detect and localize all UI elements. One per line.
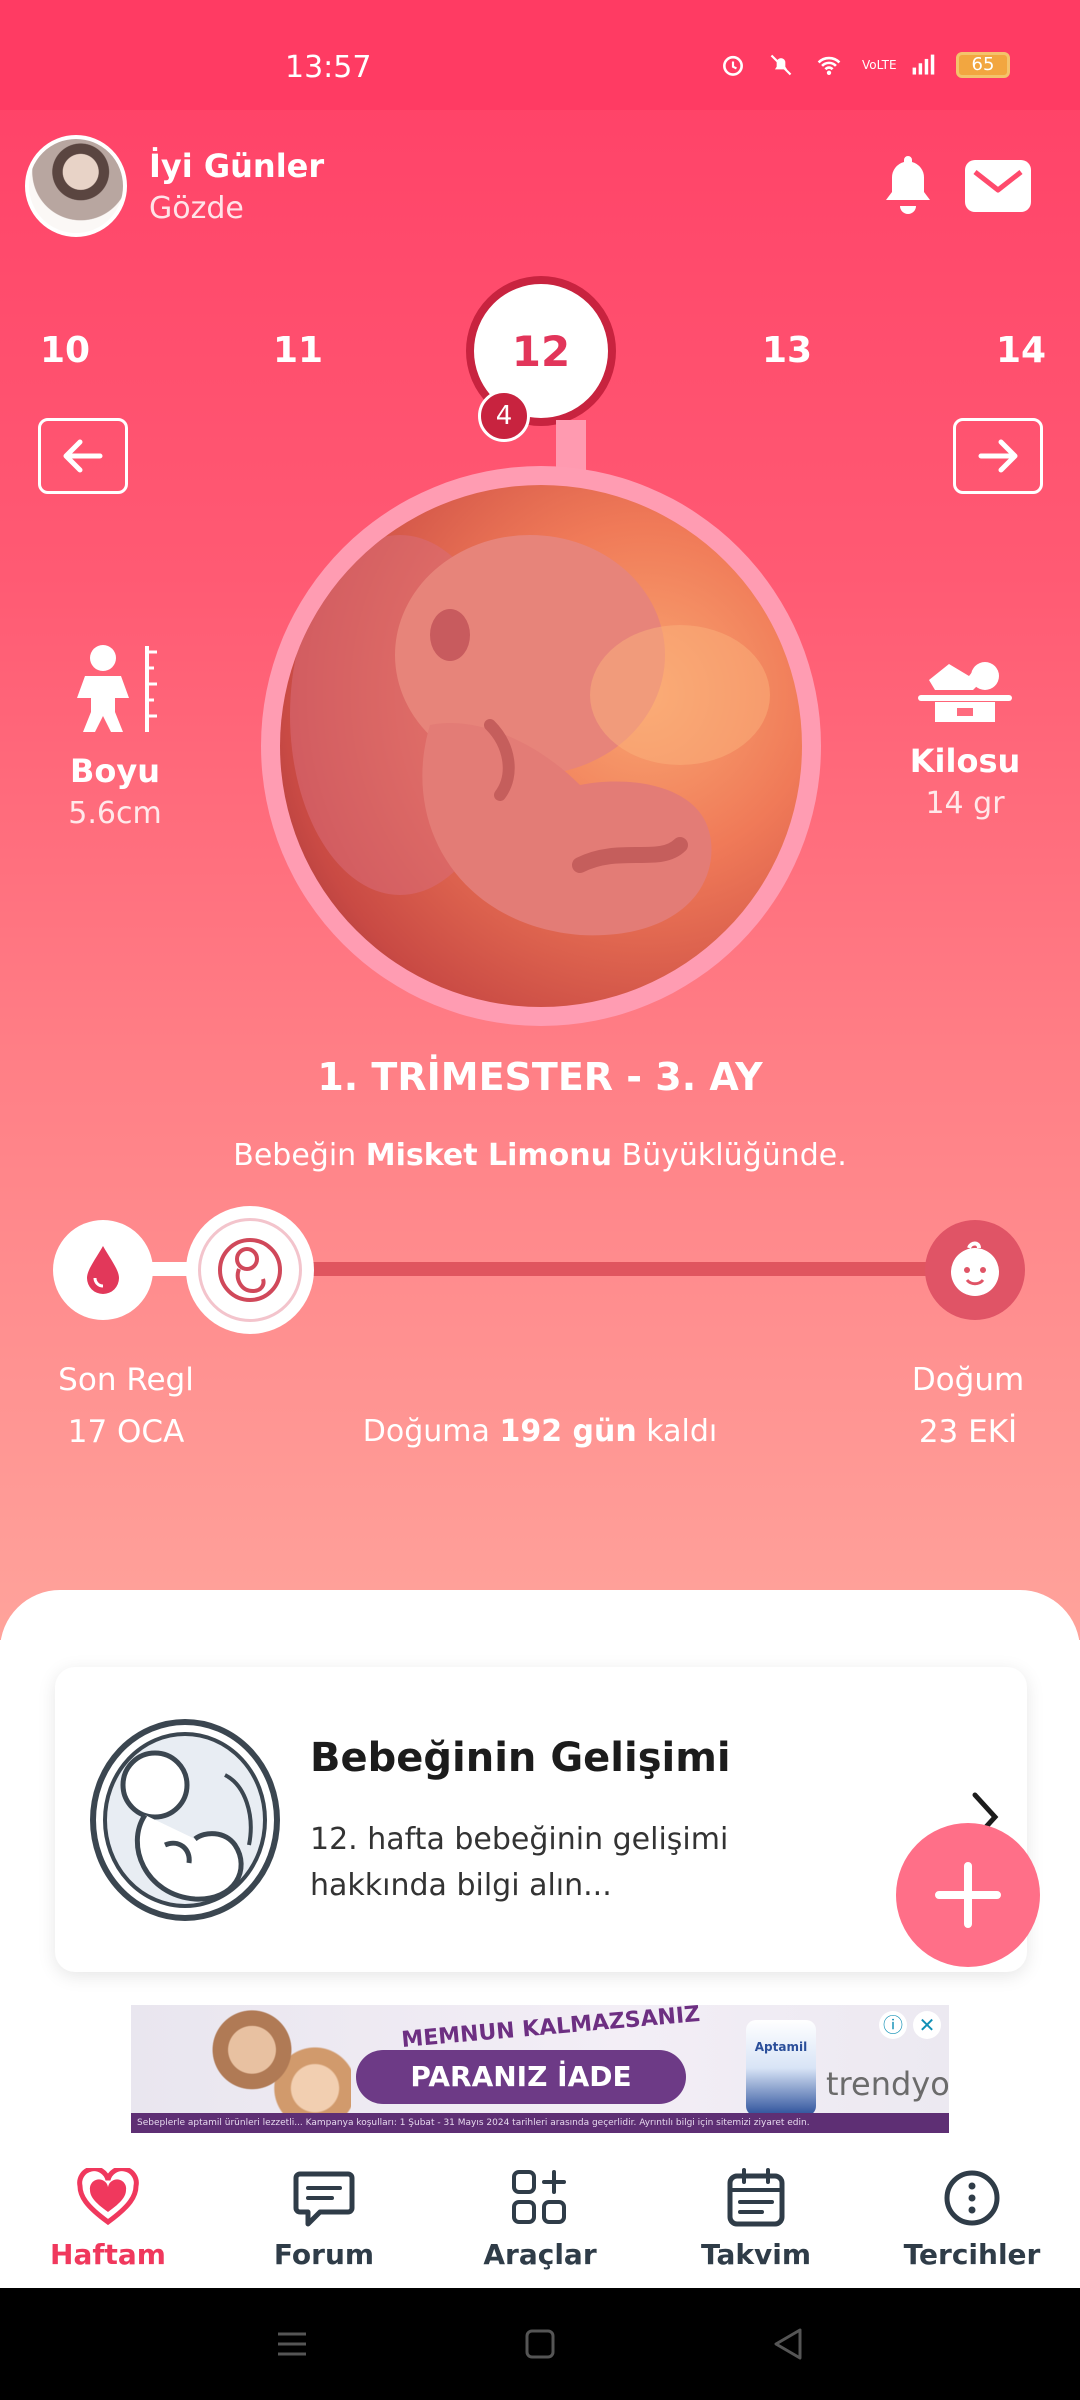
bell-icon[interactable] xyxy=(878,150,938,220)
profile-header[interactable]: İyi Günler Gözde xyxy=(25,135,324,237)
length-value: 5.6cm xyxy=(68,796,162,831)
end-label: Doğum xyxy=(911,1362,1025,1398)
arrow-right-icon xyxy=(978,439,1018,473)
size-fruit: Misket Limonu xyxy=(365,1138,612,1173)
card-title: Bebeğinin Gelişimi xyxy=(310,1735,731,1781)
ad-brand: trendyol xyxy=(826,2065,949,2103)
blood-drop-icon xyxy=(87,1246,119,1294)
nav-label-araclar: Araçlar xyxy=(483,2238,597,2271)
arrow-left-icon xyxy=(63,439,103,473)
weight-title: Kilosu xyxy=(909,742,1021,780)
prev-week-button[interactable] xyxy=(38,418,128,494)
length-title: Boyu xyxy=(69,752,160,790)
ad-fine-print: Sebeplerle aptamil ürünleri lezzetli... … xyxy=(131,2113,949,2133)
next-week-button[interactable] xyxy=(953,418,1043,494)
weight-value: 14 gr xyxy=(925,786,1005,821)
heart-icon xyxy=(77,2166,139,2226)
ad-close-icon[interactable]: ✕ xyxy=(913,2011,941,2039)
nav-label-takvim: Takvim xyxy=(700,2238,812,2271)
status-time: 13:57 xyxy=(285,50,372,85)
mute-icon xyxy=(770,54,792,76)
week-13[interactable]: 13 xyxy=(762,330,812,371)
nav-tercihler[interactable]: Tercihler xyxy=(872,2168,1072,2271)
card-description: 12. hafta bebeğinin gelişimi hakkında bi… xyxy=(310,1822,729,1903)
mail-icon[interactable] xyxy=(965,160,1031,212)
birth-node[interactable] xyxy=(925,1220,1025,1320)
nav-haftam[interactable]: Haftam xyxy=(8,2166,208,2271)
volte-label: VoLTE xyxy=(862,58,897,72)
recent-apps-icon[interactable] xyxy=(272,2324,312,2364)
chat-icon xyxy=(293,2171,355,2227)
countdown-value: 192 gün xyxy=(499,1414,637,1449)
fetus-node-ring xyxy=(197,1218,302,1322)
week-10[interactable]: 10 xyxy=(40,330,90,371)
nav-takvim[interactable]: Takvim xyxy=(656,2168,856,2271)
status-bar: 13:57 VoLTE 65 xyxy=(0,0,1080,110)
week-badge: 4 xyxy=(478,390,530,442)
baby-ruler-icon xyxy=(77,645,157,732)
signal-icon xyxy=(912,54,935,75)
wifi-icon xyxy=(817,56,841,75)
user-name: Gözde xyxy=(149,190,244,226)
ad-product-name: Aptamil xyxy=(754,2040,808,2054)
length-metric: Boyu 5.6cm xyxy=(25,640,205,831)
grid-plus-icon xyxy=(512,2170,566,2224)
period-node[interactable] xyxy=(53,1220,153,1320)
status-icons: VoLTE 65 xyxy=(718,52,1010,78)
avatar[interactable] xyxy=(25,135,127,237)
nav-label-tercihler: Tercihler xyxy=(903,2238,1041,2271)
week-14[interactable]: 14 xyxy=(996,330,1046,371)
bottom-navigation: Haftam Forum Araçlar Takvim Tercihler xyxy=(0,2150,1080,2288)
birth-countdown: Doğuma 192 gün kaldı xyxy=(0,1414,1080,1449)
development-card[interactable]: Bebeğinin Gelişimi 12. hafta bebeğinin g… xyxy=(55,1667,1027,1972)
baby-scale-icon xyxy=(918,662,1012,722)
back-icon[interactable] xyxy=(768,2324,808,2364)
ad-cta[interactable]: PARANIZ İADE xyxy=(356,2050,686,2104)
fetus-outline-icon xyxy=(90,1719,280,1921)
weight-metric: Kilosu 14 gr xyxy=(875,650,1055,821)
start-label: Son Regl xyxy=(58,1362,194,1398)
calendar-icon xyxy=(727,2168,785,2227)
nav-label-forum: Forum xyxy=(273,2238,375,2271)
baby-face-icon xyxy=(951,1241,999,1296)
home-icon[interactable] xyxy=(520,2324,560,2364)
system-navigation-bar xyxy=(0,2288,1080,2400)
battery-icon: 65 xyxy=(956,52,1010,78)
trimester-title: 1. TRİMESTER - 3. AY xyxy=(317,1055,763,1099)
ad-banner[interactable]: MEMNUN KALMAZSANIZ PARANIZ İADE Aptamil … xyxy=(131,2005,949,2133)
fetus-icon xyxy=(217,1238,282,1302)
nav-label-haftam: Haftam xyxy=(50,2238,166,2271)
more-icon xyxy=(944,2170,1000,2226)
ad-headline: MEMNUN KALMAZSANIZ xyxy=(400,2005,702,2054)
current-progress-node[interactable] xyxy=(185,1206,314,1334)
nav-araclar[interactable]: Araçlar xyxy=(440,2168,640,2271)
baby-size-text: Bebeğin Misket Limonu Büyüklüğünde. xyxy=(0,1138,1080,1173)
nav-forum[interactable]: Forum xyxy=(224,2168,424,2271)
fetus-image[interactable] xyxy=(280,485,802,1007)
week-connector xyxy=(556,420,586,470)
add-fab-button[interactable] xyxy=(896,1823,1040,1967)
ad-product-image: Aptamil xyxy=(746,2020,816,2116)
greeting-title: İyi Günler xyxy=(149,146,325,185)
ad-controls: ⓘ ✕ xyxy=(879,2011,941,2039)
size-prefix: Bebeğin xyxy=(233,1138,366,1173)
ad-info-icon[interactable]: ⓘ xyxy=(879,2011,907,2039)
countdown-prefix: Doğuma xyxy=(362,1414,500,1449)
greeting: İyi Günler Gözde xyxy=(149,147,324,226)
plus-icon xyxy=(935,1862,1001,1928)
countdown-suffix: kaldı xyxy=(636,1414,718,1449)
size-suffix: Büyüklüğünde. xyxy=(612,1138,847,1173)
alarm-icon xyxy=(723,55,743,76)
week-11[interactable]: 11 xyxy=(273,330,323,371)
